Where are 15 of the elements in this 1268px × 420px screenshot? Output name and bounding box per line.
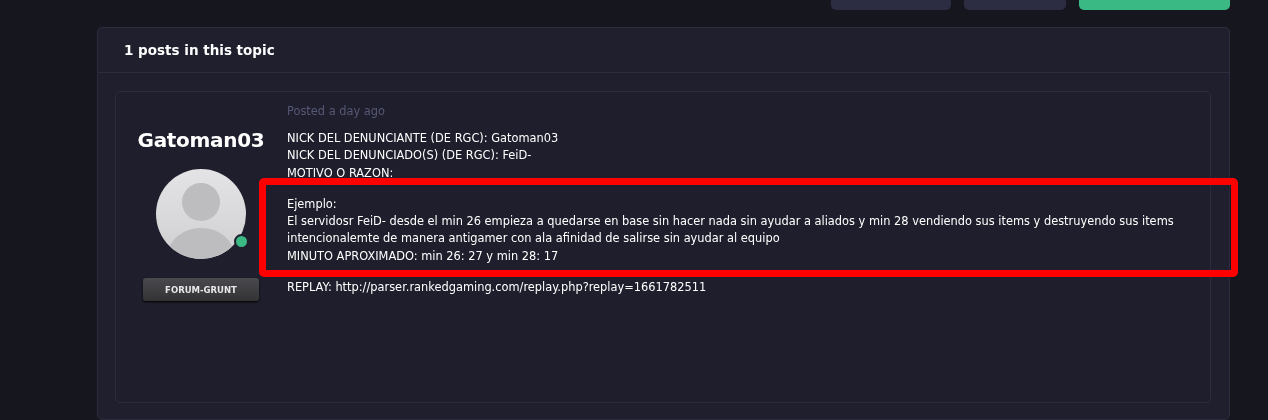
post-text: REPLAY: http://parser.rankedgaming.com/replay.php?replay=1661782511: [287, 279, 708, 297]
post-text: MINUTO APROXIMADO: min 26: 27 y min 28: 17: [287, 247, 560, 265]
post-text: NICK DEL DENUNCIANTE (DE RGC): Gatoman03: [287, 130, 560, 147]
rank-badge: FORUM-GRUNT: [143, 278, 259, 301]
primary-button[interactable]: [1079, 0, 1230, 10]
topic-header: 1 posts in this topic: [124, 42, 275, 58]
post-date: Posted a day ago: [287, 104, 387, 118]
post-text: MOTIVO O RAZON:: [287, 164, 395, 182]
post-text: Ejemplo:: [287, 195, 338, 213]
toolbar-button[interactable]: [831, 0, 951, 10]
post-text: NICK DEL DENUNCIADO(S) (DE RGC): FeiD-: [287, 147, 533, 165]
toolbar-button[interactable]: [964, 0, 1066, 10]
post-text: El servidosr FeiD- desde el min 26 empieza a quedarse en base sin hacer nada sin ayudar a aliados y min 28 vendiendo sus items y destruyendo sus items intencionalemte de manera antigamer con ala afinidad de salirse sin ayudar al equipo: [287, 213, 1175, 248]
author-name[interactable]: Gatoman03: [137, 128, 265, 152]
avatar-icon[interactable]: [156, 169, 246, 259]
